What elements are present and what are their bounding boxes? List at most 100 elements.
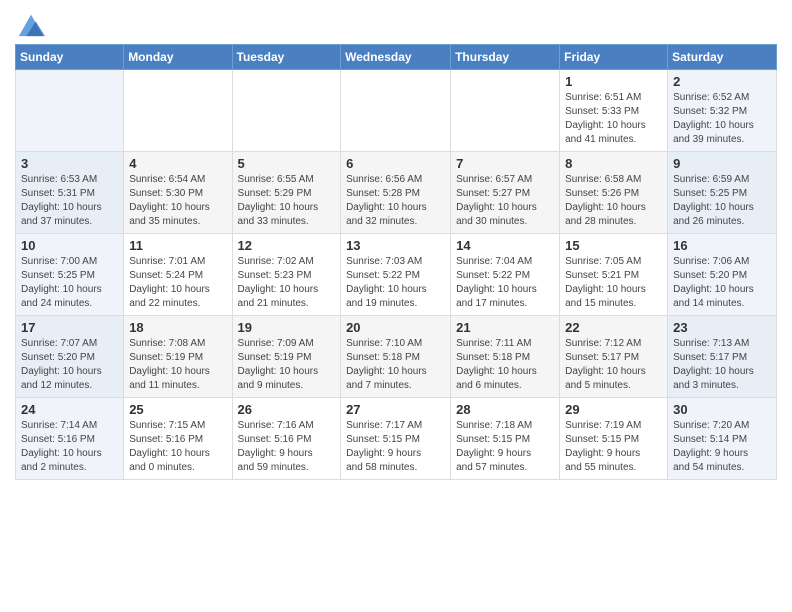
calendar-day-cell: 19 Sunrise: 7:09 AM Sunset: 5:19 PM Dayli… — [232, 316, 341, 398]
calendar-day-cell: 2 Sunrise: 6:52 AM Sunset: 5:32 PM Daylig… — [668, 70, 777, 152]
day-number: 21 — [456, 320, 554, 335]
weekday-header-wednesday: Wednesday — [341, 45, 451, 70]
calendar-week-row: 24 Sunrise: 7:14 AM Sunset: 5:16 PM Dayli… — [16, 398, 777, 480]
calendar-day-cell: 25 Sunrise: 7:15 AM Sunset: 5:16 PM Dayli… — [124, 398, 232, 480]
day-info: Sunrise: 7:07 AM Sunset: 5:20 PM Dayligh… — [21, 337, 118, 393]
day-number: 6 — [346, 156, 445, 171]
calendar-day-cell: 5 Sunrise: 6:55 AM Sunset: 5:29 PM Daylig… — [232, 152, 341, 234]
calendar-day-cell: 10Sunrise: 7:00 AM Sunset: 5:25 PM Dayli… — [16, 234, 124, 316]
day-number: 26 — [238, 402, 336, 417]
day-info: Sunrise: 7:14 AM Sunset: 5:16 PM Dayligh… — [21, 419, 118, 475]
day-info: Sunrise: 7:13 AM Sunset: 5:17 PM Dayligh… — [673, 337, 771, 393]
calendar-day-cell: 3 Sunrise: 6:53 AM Sunset: 5:31 PM Daylig… — [16, 152, 124, 234]
day-info: Sunrise: 7:19 AM Sunset: 5:15 PM Dayligh… — [565, 419, 662, 475]
day-info: Sunrise: 7:05 AM Sunset: 5:21 PM Dayligh… — [565, 255, 662, 311]
day-info: Sunrise: 6:58 AM Sunset: 5:26 PM Dayligh… — [565, 173, 662, 229]
day-info: Sunrise: 6:52 AM Sunset: 5:32 PM Dayligh… — [673, 91, 771, 147]
day-number: 16 — [673, 238, 771, 253]
day-info: Sunrise: 6:57 AM Sunset: 5:27 PM Dayligh… — [456, 173, 554, 229]
day-info: Sunrise: 7:15 AM Sunset: 5:16 PM Dayligh… — [129, 419, 226, 475]
day-info: Sunrise: 6:59 AM Sunset: 5:25 PM Dayligh… — [673, 173, 771, 229]
day-number: 14 — [456, 238, 554, 253]
weekday-header-tuesday: Tuesday — [232, 45, 341, 70]
day-number: 18 — [129, 320, 226, 335]
day-info: Sunrise: 7:12 AM Sunset: 5:17 PM Dayligh… — [565, 337, 662, 393]
calendar-day-cell: 28 Sunrise: 7:18 AM Sunset: 5:15 PM Dayli… — [451, 398, 560, 480]
logo — [15, 10, 45, 38]
calendar-week-row: 3 Sunrise: 6:53 AM Sunset: 5:31 PM Daylig… — [16, 152, 777, 234]
calendar-day-cell: 13 Sunrise: 7:03 AM Sunset: 5:22 PM Dayli… — [341, 234, 451, 316]
day-info: Sunrise: 7:11 AM Sunset: 5:18 PM Dayligh… — [456, 337, 554, 393]
weekday-header-friday: Friday — [560, 45, 668, 70]
day-number: 22 — [565, 320, 662, 335]
calendar-day-cell: 14 Sunrise: 7:04 AM Sunset: 5:22 PM Dayli… — [451, 234, 560, 316]
day-info: Sunrise: 7:10 AM Sunset: 5:18 PM Dayligh… — [346, 337, 445, 393]
day-info: Sunrise: 7:16 AM Sunset: 5:16 PM Dayligh… — [238, 419, 336, 475]
header — [15, 10, 777, 38]
day-info: Sunrise: 7:18 AM Sunset: 5:15 PM Dayligh… — [456, 419, 554, 475]
day-number: 20 — [346, 320, 445, 335]
calendar-day-cell: 29 Sunrise: 7:19 AM Sunset: 5:15 PM Dayli… — [560, 398, 668, 480]
calendar-day-cell: 17 Sunrise: 7:07 AM Sunset: 5:20 PM Dayli… — [16, 316, 124, 398]
calendar-day-cell: 26 Sunrise: 7:16 AM Sunset: 5:16 PM Dayli… — [232, 398, 341, 480]
day-number: 15 — [565, 238, 662, 253]
calendar-day-cell — [451, 70, 560, 152]
calendar-day-cell: 11 Sunrise: 7:01 AM Sunset: 5:24 PM Dayli… — [124, 234, 232, 316]
day-info: Sunrise: 7:03 AM Sunset: 5:22 PM Dayligh… — [346, 255, 445, 311]
day-number: 9 — [673, 156, 771, 171]
calendar-day-cell: 8 Sunrise: 6:58 AM Sunset: 5:26 PM Daylig… — [560, 152, 668, 234]
calendar-day-cell — [341, 70, 451, 152]
day-number: 30 — [673, 402, 771, 417]
calendar-day-cell: 30Sunrise: 7:20 AM Sunset: 5:14 PM Dayli… — [668, 398, 777, 480]
calendar-day-cell: 1Sunrise: 6:51 AM Sunset: 5:33 PM Daylig… — [560, 70, 668, 152]
day-number: 5 — [238, 156, 336, 171]
day-info: Sunrise: 6:54 AM Sunset: 5:30 PM Dayligh… — [129, 173, 226, 229]
logo-icon — [17, 10, 45, 38]
calendar-day-cell: 18Sunrise: 7:08 AM Sunset: 5:19 PM Dayli… — [124, 316, 232, 398]
day-number: 27 — [346, 402, 445, 417]
day-number: 25 — [129, 402, 226, 417]
calendar-day-cell: 20 Sunrise: 7:10 AM Sunset: 5:18 PM Dayli… — [341, 316, 451, 398]
day-info: Sunrise: 7:00 AM Sunset: 5:25 PM Dayligh… — [21, 255, 118, 311]
calendar-day-cell: 15 Sunrise: 7:05 AM Sunset: 5:21 PM Dayli… — [560, 234, 668, 316]
weekday-header-saturday: Saturday — [668, 45, 777, 70]
calendar-day-cell: 4Sunrise: 6:54 AM Sunset: 5:30 PM Daylig… — [124, 152, 232, 234]
day-number: 13 — [346, 238, 445, 253]
calendar-day-cell — [16, 70, 124, 152]
calendar-week-row: 17 Sunrise: 7:07 AM Sunset: 5:20 PM Dayli… — [16, 316, 777, 398]
day-info: Sunrise: 6:51 AM Sunset: 5:33 PM Dayligh… — [565, 91, 662, 147]
day-info: Sunrise: 6:53 AM Sunset: 5:31 PM Dayligh… — [21, 173, 118, 229]
day-number: 19 — [238, 320, 336, 335]
day-info: Sunrise: 6:55 AM Sunset: 5:29 PM Dayligh… — [238, 173, 336, 229]
day-number: 2 — [673, 74, 771, 89]
calendar-week-row: 10Sunrise: 7:00 AM Sunset: 5:25 PM Dayli… — [16, 234, 777, 316]
weekday-header-monday: Monday — [124, 45, 232, 70]
calendar-day-cell — [232, 70, 341, 152]
calendar-header-row: SundayMondayTuesdayWednesdayThursdayFrid… — [16, 45, 777, 70]
weekday-header-sunday: Sunday — [16, 45, 124, 70]
day-number: 11 — [129, 238, 226, 253]
calendar-day-cell: 6 Sunrise: 6:56 AM Sunset: 5:28 PM Daylig… — [341, 152, 451, 234]
calendar-day-cell: 7 Sunrise: 6:57 AM Sunset: 5:27 PM Daylig… — [451, 152, 560, 234]
day-number: 3 — [21, 156, 118, 171]
calendar-day-cell: 23 Sunrise: 7:13 AM Sunset: 5:17 PM Dayli… — [668, 316, 777, 398]
weekday-header-thursday: Thursday — [451, 45, 560, 70]
day-info: Sunrise: 7:04 AM Sunset: 5:22 PM Dayligh… — [456, 255, 554, 311]
day-number: 17 — [21, 320, 118, 335]
calendar-day-cell: 27Sunrise: 7:17 AM Sunset: 5:15 PM Dayli… — [341, 398, 451, 480]
calendar-day-cell: 9 Sunrise: 6:59 AM Sunset: 5:25 PM Daylig… — [668, 152, 777, 234]
day-number: 29 — [565, 402, 662, 417]
day-info: Sunrise: 6:56 AM Sunset: 5:28 PM Dayligh… — [346, 173, 445, 229]
page-container: SundayMondayTuesdayWednesdayThursdayFrid… — [0, 0, 792, 490]
calendar-day-cell: 24 Sunrise: 7:14 AM Sunset: 5:16 PM Dayli… — [16, 398, 124, 480]
day-number: 7 — [456, 156, 554, 171]
day-info: Sunrise: 7:09 AM Sunset: 5:19 PM Dayligh… — [238, 337, 336, 393]
calendar-week-row: 1Sunrise: 6:51 AM Sunset: 5:33 PM Daylig… — [16, 70, 777, 152]
day-number: 23 — [673, 320, 771, 335]
day-number: 24 — [21, 402, 118, 417]
calendar-day-cell: 16Sunrise: 7:06 AM Sunset: 5:20 PM Dayli… — [668, 234, 777, 316]
day-number: 28 — [456, 402, 554, 417]
day-number: 12 — [238, 238, 336, 253]
day-info: Sunrise: 7:01 AM Sunset: 5:24 PM Dayligh… — [129, 255, 226, 311]
day-number: 8 — [565, 156, 662, 171]
